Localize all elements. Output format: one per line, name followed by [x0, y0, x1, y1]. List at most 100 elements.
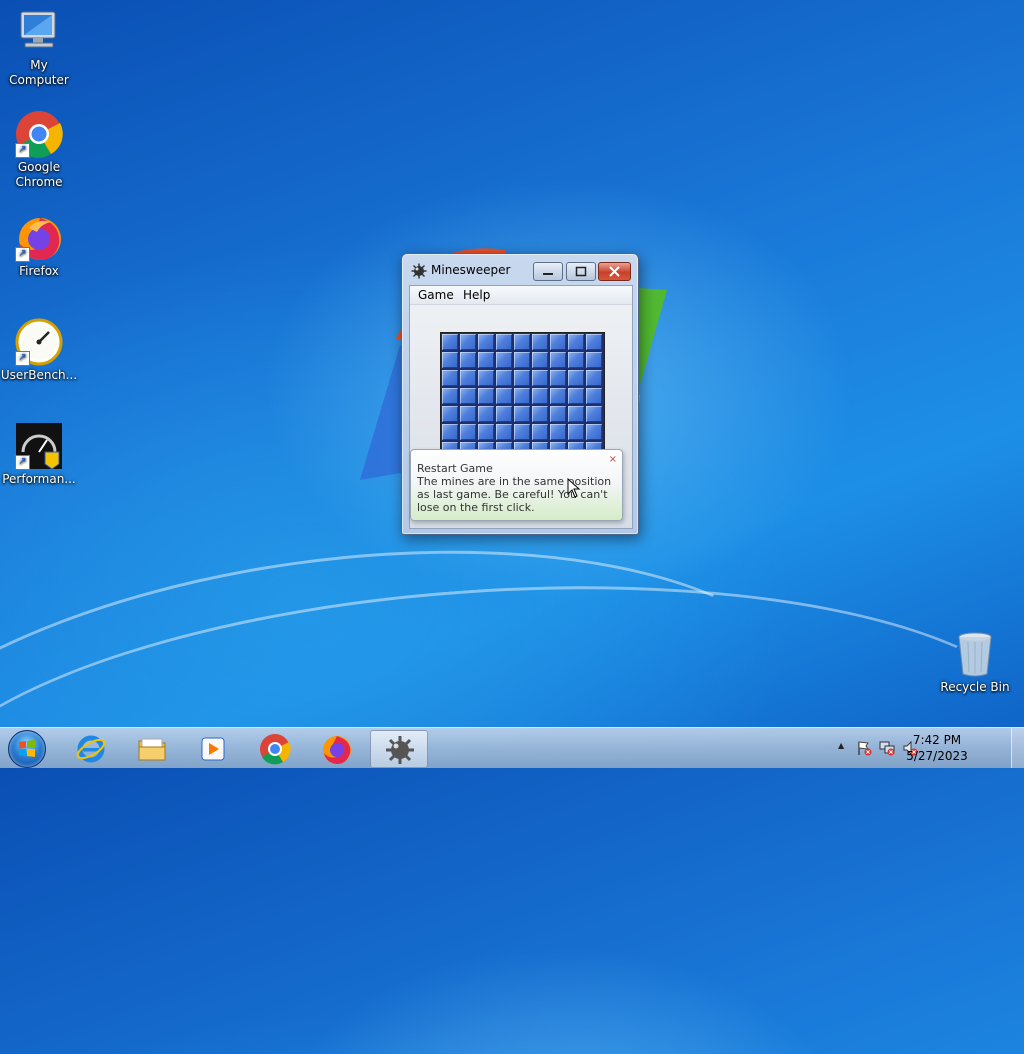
start-button[interactable] — [8, 730, 46, 768]
desktop-icon-recycle-bin[interactable]: Recycle Bin — [936, 630, 1014, 695]
taskbar-chrome[interactable] — [246, 730, 302, 766]
taskbar: ▲ 7:42 PM 5/27/2023 — [0, 727, 1024, 768]
mine-cell[interactable] — [496, 388, 512, 404]
mine-cell[interactable] — [550, 370, 566, 386]
action-center-flag-icon[interactable] — [856, 740, 872, 756]
mine-cell[interactable] — [568, 424, 584, 440]
maximize-button[interactable] — [566, 262, 596, 281]
show-hidden-icons-button[interactable]: ▲ — [838, 741, 844, 750]
restart-game-balloon[interactable]: × Restart Game The mines are in the same… — [410, 449, 623, 521]
mine-cell[interactable] — [514, 388, 530, 404]
mine-cell[interactable] — [460, 370, 476, 386]
mine-cell[interactable] — [586, 424, 602, 440]
mine-cell[interactable] — [496, 406, 512, 422]
mine-cell[interactable] — [496, 424, 512, 440]
mine-cell[interactable] — [514, 334, 530, 350]
shortcut-arrow-icon: ↗ — [15, 247, 30, 262]
menu-game[interactable]: Game — [418, 288, 454, 302]
mine-cell[interactable] — [514, 424, 530, 440]
chrome-icon: ↗ — [15, 110, 63, 158]
taskbar-minesweeper[interactable] — [370, 730, 428, 768]
mine-cell[interactable] — [478, 388, 494, 404]
mine-cell[interactable] — [496, 352, 512, 368]
balloon-title: Restart Game — [417, 462, 493, 475]
mine-cell[interactable] — [568, 406, 584, 422]
desktop-icon-label: Firefox — [19, 264, 59, 278]
mine-cell[interactable] — [586, 370, 602, 386]
mine-cell[interactable] — [550, 388, 566, 404]
desktop-icon-firefox[interactable]: ↗ Firefox — [0, 214, 78, 279]
mine-cell[interactable] — [568, 352, 584, 368]
mine-cell[interactable] — [460, 388, 476, 404]
minesweeper-icon — [411, 263, 427, 279]
taskbar-internet-explorer[interactable] — [62, 730, 118, 766]
mine-cell[interactable] — [496, 334, 512, 350]
taskbar-media-player[interactable] — [184, 730, 240, 766]
balloon-message: The mines are in the same position as la… — [417, 475, 612, 514]
mine-cell[interactable] — [550, 352, 566, 368]
media-player-icon — [201, 737, 225, 761]
mine-cell[interactable] — [478, 370, 494, 386]
system-tray: ▲ 7:42 PM 5/27/2023 — [834, 728, 1024, 768]
desktop-icon-google-chrome[interactable]: ↗ Google Chrome — [0, 110, 78, 190]
taskbar-clock[interactable]: 7:42 PM 5/27/2023 — [902, 732, 972, 764]
mine-cell[interactable] — [586, 334, 602, 350]
mine-cell[interactable] — [568, 334, 584, 350]
title-bar[interactable]: Minesweeper — [402, 254, 638, 286]
desktop-icon-my-computer[interactable]: My Computer — [0, 8, 78, 88]
taskbar-file-explorer[interactable] — [123, 730, 179, 766]
computer-icon — [15, 8, 63, 56]
mine-cell[interactable] — [460, 352, 476, 368]
minimize-button[interactable] — [533, 262, 563, 281]
clock-date: 5/27/2023 — [906, 749, 968, 763]
mine-cell[interactable] — [460, 424, 476, 440]
mine-cell[interactable] — [586, 352, 602, 368]
close-button[interactable] — [598, 262, 631, 281]
minimize-icon — [543, 273, 553, 275]
mine-cell[interactable] — [532, 334, 548, 350]
mine-cell[interactable] — [478, 334, 494, 350]
mine-cell[interactable] — [478, 406, 494, 422]
minefield-board[interactable] — [440, 332, 605, 454]
mine-cell[interactable] — [478, 424, 494, 440]
clock-time: 7:42 PM — [912, 733, 962, 747]
minesweeper-icon — [386, 736, 414, 764]
mine-cell[interactable] — [532, 352, 548, 368]
mine-cell[interactable] — [532, 406, 548, 422]
mine-cell[interactable] — [496, 370, 512, 386]
mine-cell[interactable] — [586, 406, 602, 422]
mine-cell[interactable] — [514, 406, 530, 422]
close-icon — [609, 266, 620, 277]
mine-cell[interactable] — [568, 370, 584, 386]
mine-cell[interactable] — [442, 370, 458, 386]
mine-cell[interactable] — [532, 424, 548, 440]
menu-help[interactable]: Help — [463, 288, 490, 302]
show-desktop-button[interactable] — [1011, 728, 1024, 768]
desktop-icon-label: Performan... — [2, 472, 76, 486]
mine-cell[interactable] — [532, 370, 548, 386]
mine-cell[interactable] — [550, 424, 566, 440]
mine-cell[interactable] — [442, 352, 458, 368]
mine-cell[interactable] — [478, 352, 494, 368]
network-icon[interactable] — [879, 740, 895, 756]
mine-cell[interactable] — [586, 388, 602, 404]
mine-cell[interactable] — [550, 334, 566, 350]
desktop-icon-performance[interactable]: ↗ Performan... — [0, 422, 78, 487]
desktop-icon-label: My Computer — [9, 58, 69, 87]
mine-cell[interactable] — [442, 424, 458, 440]
taskbar-firefox[interactable] — [308, 730, 364, 766]
mine-cell[interactable] — [442, 406, 458, 422]
desktop-icon-userbenchmark[interactable]: ↗ UserBench... — [0, 318, 78, 383]
mine-cell[interactable] — [532, 388, 548, 404]
mine-cell[interactable] — [550, 406, 566, 422]
mine-cell[interactable] — [442, 334, 458, 350]
mine-cell[interactable] — [460, 406, 476, 422]
mine-cell[interactable] — [514, 352, 530, 368]
mine-cell[interactable] — [514, 370, 530, 386]
recycle-bin-icon — [951, 630, 999, 678]
firefox-icon — [323, 736, 351, 764]
mine-cell[interactable] — [568, 388, 584, 404]
mine-cell[interactable] — [460, 334, 476, 350]
balloon-close-button[interactable]: × — [609, 454, 617, 465]
mine-cell[interactable] — [442, 388, 458, 404]
